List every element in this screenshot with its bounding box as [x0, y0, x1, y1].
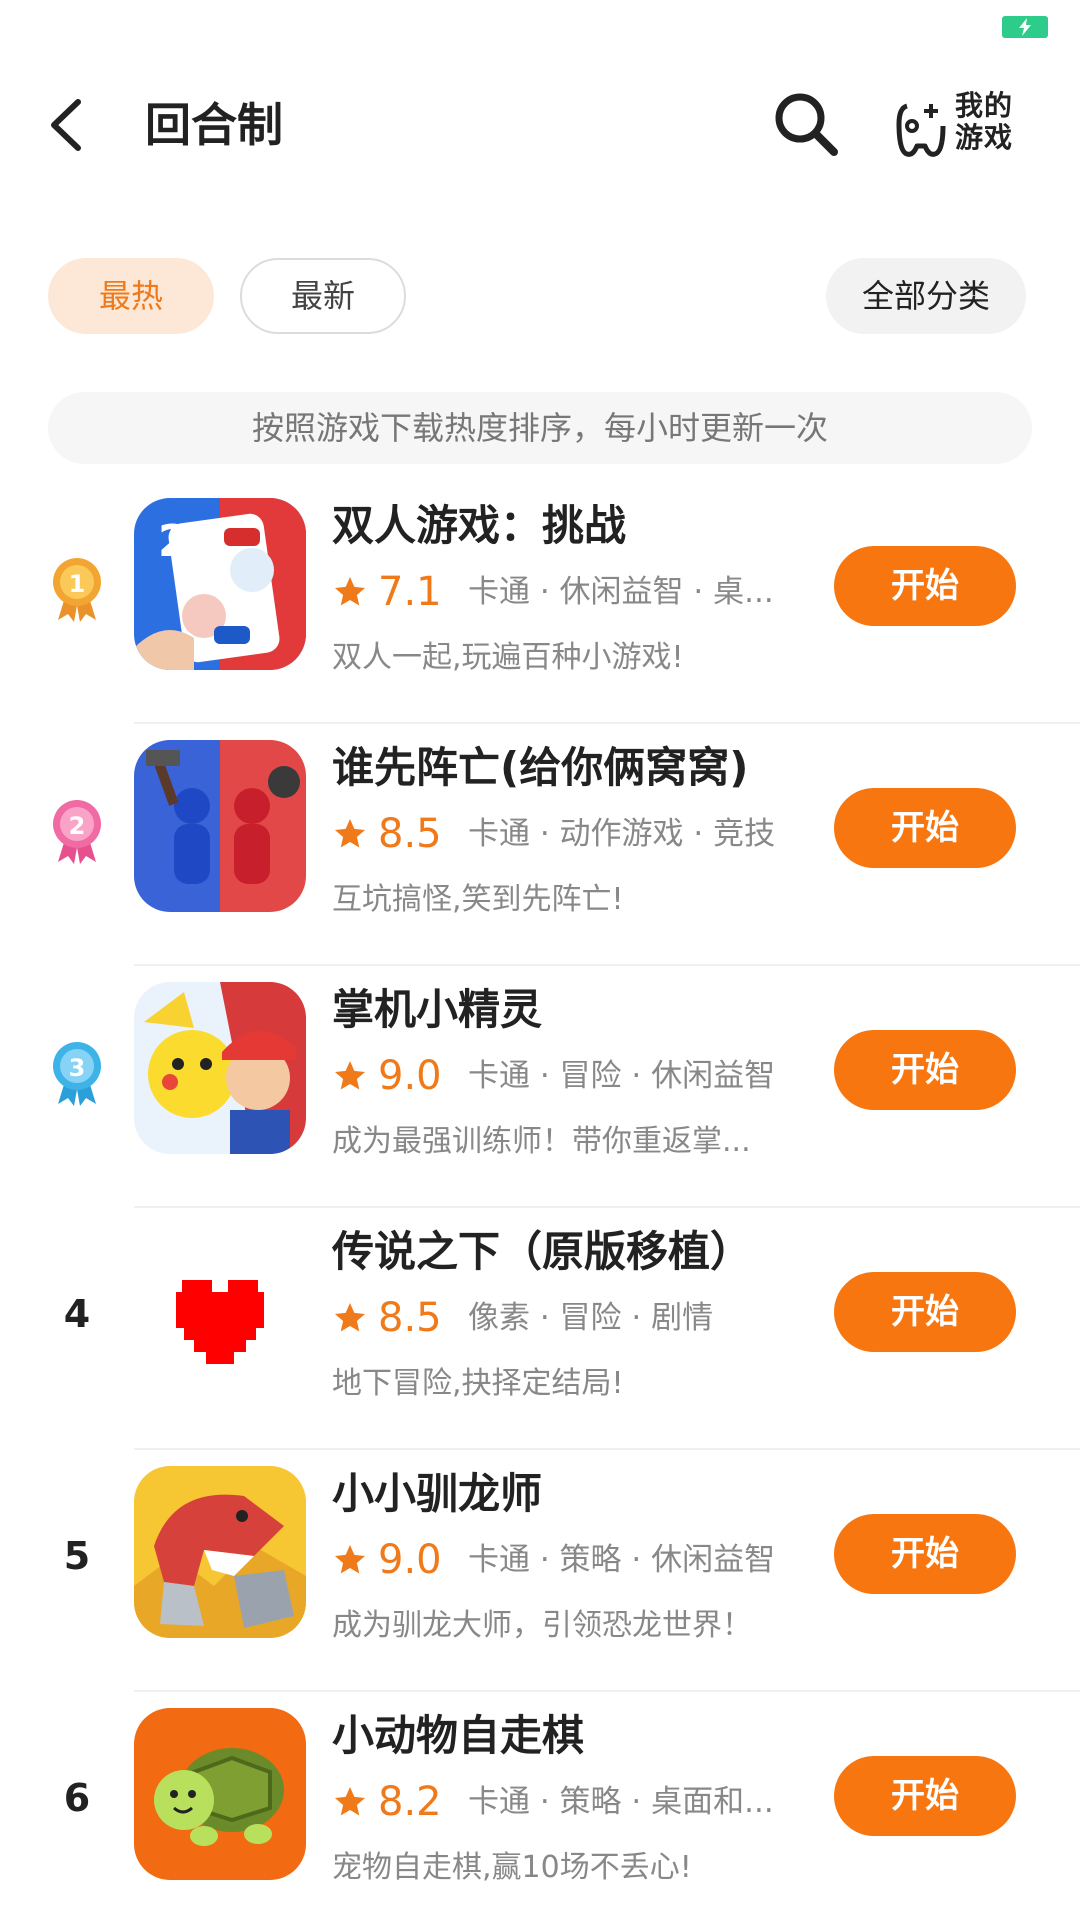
- game-icon: [134, 1466, 306, 1638]
- star-icon: [335, 1303, 365, 1332]
- chevron-left-icon: [51, 99, 81, 151]
- start-button[interactable]: 开始: [834, 1272, 1016, 1352]
- list-item[interactable]: 5 小小驯龙师 9.0 卡通 · 策略 · 休闲益智 成为驯龙大师，引领恐龙世界…: [0, 1450, 1080, 1692]
- star-icon: [335, 1061, 365, 1090]
- gold-medal-icon: 1: [53, 558, 101, 622]
- game-score: 8.5: [378, 811, 442, 857]
- game-meta: 9.0 卡通 · 策略 · 休闲益智: [332, 1532, 792, 1588]
- game-description: 互坑搞怪,笑到先阵亡!: [332, 882, 624, 917]
- game-icon: 2: [134, 498, 306, 670]
- list-item[interactable]: 2 谁先阵亡(给你俩窝窝) 8.5 卡通 · 动作游戏 · 竞技 互坑搞怪,笑到…: [0, 724, 1080, 966]
- svg-text:2: 2: [158, 516, 189, 567]
- svg-text:2: 2: [69, 812, 86, 840]
- rank-number: 6: [63, 1776, 91, 1820]
- game-score: 7.1: [378, 569, 442, 615]
- star-icon: [335, 577, 365, 606]
- tab-new[interactable]: 最新: [240, 258, 406, 334]
- game-icon: [134, 1708, 306, 1880]
- search-button[interactable]: [770, 88, 842, 160]
- start-button[interactable]: 开始: [834, 1756, 1016, 1836]
- svg-text:3: 3: [69, 1054, 86, 1082]
- game-name: 小动物自走棋: [332, 1711, 585, 1760]
- rank-number: 5: [63, 1534, 91, 1578]
- game-meta: 7.1 卡通 · 休闲益智 · 桌...: [332, 564, 792, 620]
- game-name: 小小驯龙师: [332, 1469, 543, 1518]
- game-tags: 卡通 · 动作游戏 · 竞技: [468, 816, 776, 852]
- list-item[interactable]: 3 掌机小精灵 9.0 卡通 · 冒险 · 休闲益智 成为最强训练师！带你重返掌…: [0, 966, 1080, 1208]
- page-title: 回合制: [145, 98, 283, 152]
- game-name: 双人游戏：挑战: [332, 501, 627, 550]
- game-icon: [134, 982, 306, 1154]
- game-icon: [134, 1224, 306, 1396]
- header: 回合制 我的游戏: [0, 70, 1080, 180]
- start-button[interactable]: 开始: [834, 1514, 1016, 1594]
- start-button[interactable]: 开始: [834, 546, 1016, 626]
- game-tags: 像素 · 冒险 · 剧情: [468, 1300, 714, 1336]
- pink-medal-icon: 2: [53, 800, 101, 864]
- game-score: 9.0: [378, 1053, 442, 1099]
- back-button[interactable]: [40, 90, 100, 160]
- star-icon: [335, 1545, 365, 1574]
- list-item[interactable]: 6 小动物自走棋 8.2 卡通 · 策略 · 桌面和... 宠物自走棋,赢10场…: [0, 1692, 1080, 1920]
- game-score: 8.5: [378, 1295, 442, 1341]
- game-tags: 卡通 · 休闲益智 · 桌...: [468, 574, 774, 610]
- game-meta: 8.5 像素 · 冒险 · 剧情: [332, 1290, 792, 1346]
- sort-tabs: 最热 最新 全部分类: [0, 258, 1080, 336]
- game-score: 8.2: [378, 1779, 442, 1825]
- game-description: 成为最强训练师！带你重返掌...: [332, 1124, 751, 1159]
- game-score: 9.0: [378, 1537, 442, 1583]
- game-name: 传说之下（原版移植）: [332, 1227, 753, 1276]
- star-icon: [335, 1787, 365, 1816]
- game-tags: 卡通 · 策略 · 桌面和...: [468, 1784, 774, 1820]
- game-name: 掌机小精灵: [332, 985, 543, 1034]
- game-tags: 卡通 · 策略 · 休闲益智: [468, 1542, 776, 1578]
- all-categories-button[interactable]: 全部分类: [826, 258, 1026, 334]
- my-games-button[interactable]: 我的游戏: [895, 88, 1035, 168]
- start-button[interactable]: 开始: [834, 1030, 1016, 1110]
- gamepad-icon: [896, 103, 946, 157]
- battery-charging-icon: [1002, 16, 1048, 38]
- game-description: 地下冒险,抉择定结局!: [332, 1366, 624, 1401]
- game-tags: 卡通 · 冒险 · 休闲益智: [468, 1058, 776, 1094]
- start-button[interactable]: 开始: [834, 788, 1016, 868]
- my-games-label: 我的游戏: [955, 89, 1014, 154]
- game-description: 成为驯龙大师，引领恐龙世界！: [332, 1608, 752, 1643]
- blue-medal-icon: 3: [53, 1042, 101, 1106]
- game-description: 双人一起,玩遍百种小游戏!: [332, 640, 684, 675]
- svg-text:1: 1: [69, 570, 86, 598]
- search-icon: [775, 93, 838, 156]
- game-name: 谁先阵亡(给你俩窝窝): [332, 743, 749, 792]
- rank-number: 4: [63, 1292, 91, 1336]
- game-meta: 9.0 卡通 · 冒险 · 休闲益智: [332, 1048, 792, 1104]
- tab-hot[interactable]: 最热: [48, 258, 214, 334]
- list-item[interactable]: 4 传说之下（原版移植） 8.5 像素 · 冒险 · 剧情 地下冒险,抉择定结局…: [0, 1208, 1080, 1450]
- game-description: 宠物自走棋,赢10场不丢心!: [332, 1850, 692, 1885]
- game-meta: 8.5 卡通 · 动作游戏 · 竞技: [332, 806, 792, 862]
- ranking-notice: 按照游戏下载热度排序，每小时更新一次: [48, 392, 1032, 464]
- game-icon: [134, 740, 306, 912]
- star-icon: [335, 819, 365, 848]
- list-item[interactable]: 1 2 双人游戏：挑战 7.1 卡通 · 休闲益智 · 桌... 双人一起,玩遍…: [0, 482, 1080, 724]
- game-meta: 8.2 卡通 · 策略 · 桌面和...: [332, 1774, 792, 1830]
- status-bar: [0, 0, 1080, 60]
